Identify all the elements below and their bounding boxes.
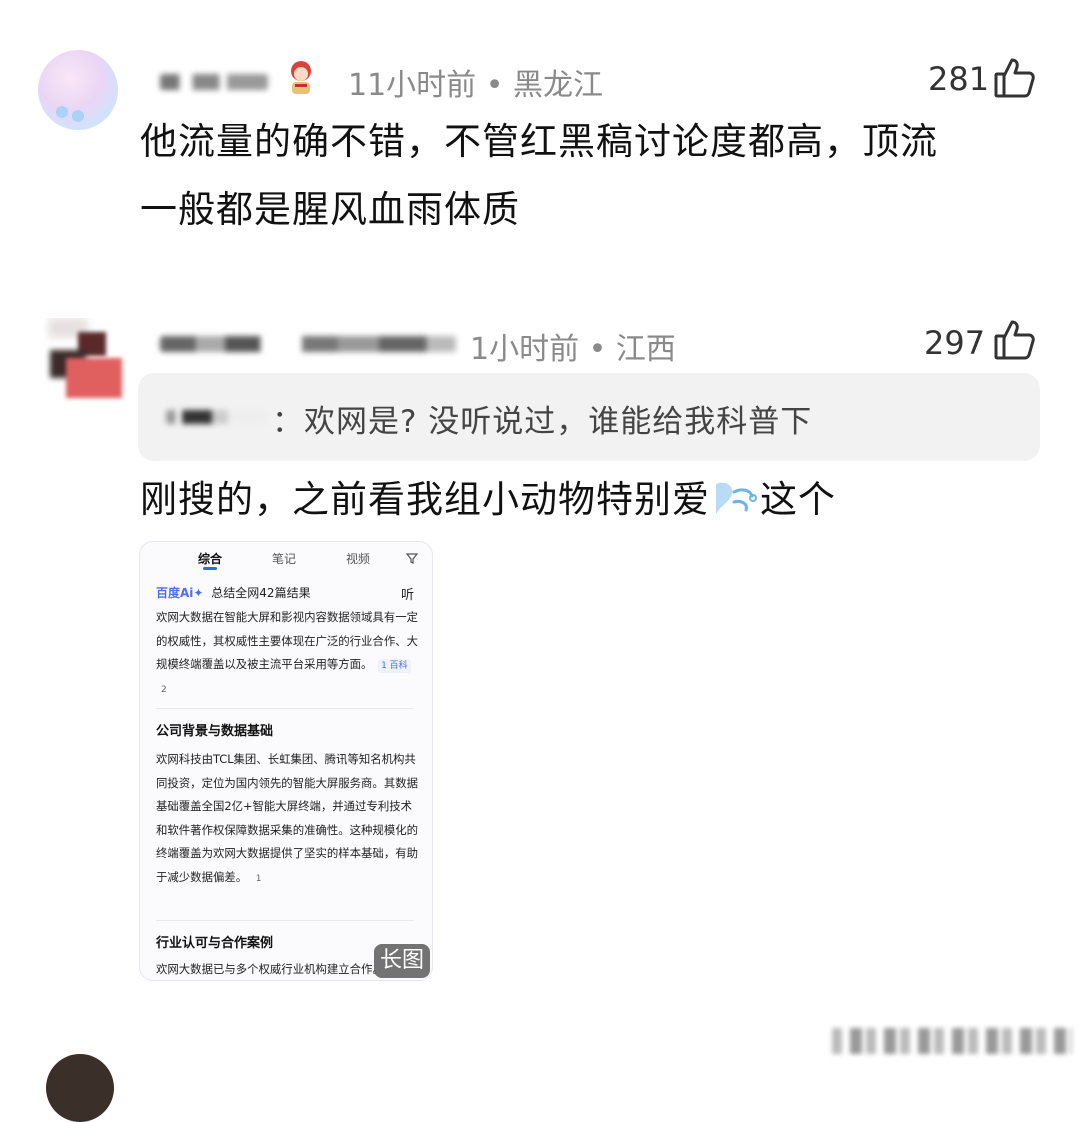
comment-text: 刚搜的，之前看我组小动物特别爱 这个	[140, 466, 1040, 534]
avatar-decoration	[72, 110, 84, 122]
section-paragraph: 欢网科技由TCL集团、长虹集团、腾讯等知名机构共同投资，定位为国内领先的智能大屏…	[156, 748, 418, 889]
citation-badge[interactable]: 1	[253, 872, 265, 886]
citation-badge[interactable]: 2	[158, 683, 170, 697]
like-count: 297	[924, 324, 986, 362]
thumbs-up-icon[interactable]	[992, 318, 1036, 362]
comment-text: 他流量的确不错，不管红黑稿讨论度都高，顶流 一般都是腥风血雨体质	[140, 108, 1040, 244]
quoted-comment-text: ：欢网是? 没听说过，谁能给我科普下	[272, 404, 813, 440]
divider	[156, 920, 414, 921]
user-badge-icon	[283, 58, 319, 98]
avatar[interactable]	[38, 50, 118, 130]
like-count: 281	[928, 60, 990, 98]
blurred-watermark	[832, 1028, 1072, 1054]
avatar-decoration	[56, 106, 68, 118]
summary-paragraph: 欢网大数据在智能大屏和影视内容数据领域具有一定的权威性，其权威性主要体现在广泛的…	[156, 606, 418, 700]
filter-icon[interactable]	[405, 552, 419, 567]
comment-meta: 11小时前 • 黑龙江	[348, 68, 603, 103]
divider	[156, 708, 414, 709]
citation-badge[interactable]: 1 百科	[378, 659, 411, 673]
username-blurred[interactable]	[160, 336, 456, 352]
ai-summary-row: 百度Ai✦ 总结全网42篇结果	[156, 584, 311, 601]
thumbs-up-icon[interactable]	[992, 56, 1036, 100]
ai-summary-label: 总结全网42篇结果	[211, 586, 311, 600]
comment-meta: 1小时前 • 江西	[470, 332, 676, 367]
baidu-ai-logo: 百度Ai✦	[156, 586, 204, 600]
active-tab-indicator	[203, 567, 217, 570]
section-title: 公司背景与数据基础	[156, 724, 274, 739]
attached-image[interactable]: 综合 笔记 视频 百度Ai✦ 总结全网42篇结果 听 欢网大数据在智能大屏和影视…	[139, 541, 433, 981]
tab-notes[interactable]: 笔记	[272, 550, 296, 567]
tab-comprehensive[interactable]: 综合	[198, 550, 222, 567]
avatar-pixel	[66, 358, 122, 398]
quoted-username-blurred	[166, 410, 266, 424]
next-comment-avatar[interactable]	[46, 1054, 114, 1122]
wind-emoji-icon	[712, 472, 758, 514]
section-title: 行业认可与合作案例	[156, 936, 274, 951]
listen-button[interactable]: 听	[401, 584, 414, 603]
comment-text-main: 刚搜的，之前看我组小动物特别爱	[140, 478, 710, 521]
comment-text-line: 他流量的确不错，不管红黑稿讨论度都高，顶流	[140, 120, 938, 163]
search-tabs: 综合 笔记 视频	[140, 550, 432, 574]
tab-video[interactable]: 视频	[346, 550, 370, 567]
long-image-badge: 长图	[374, 944, 430, 978]
section-text: 欢网科技由TCL集团、长虹集团、腾讯等知名机构共同投资，定位为国内领先的智能大屏…	[156, 752, 418, 884]
comment-text-suffix: 这个	[760, 478, 836, 521]
username-blurred[interactable]	[160, 74, 268, 90]
avatar[interactable]	[44, 318, 128, 402]
comment-text-line: 一般都是腥风血雨体质	[140, 188, 520, 231]
